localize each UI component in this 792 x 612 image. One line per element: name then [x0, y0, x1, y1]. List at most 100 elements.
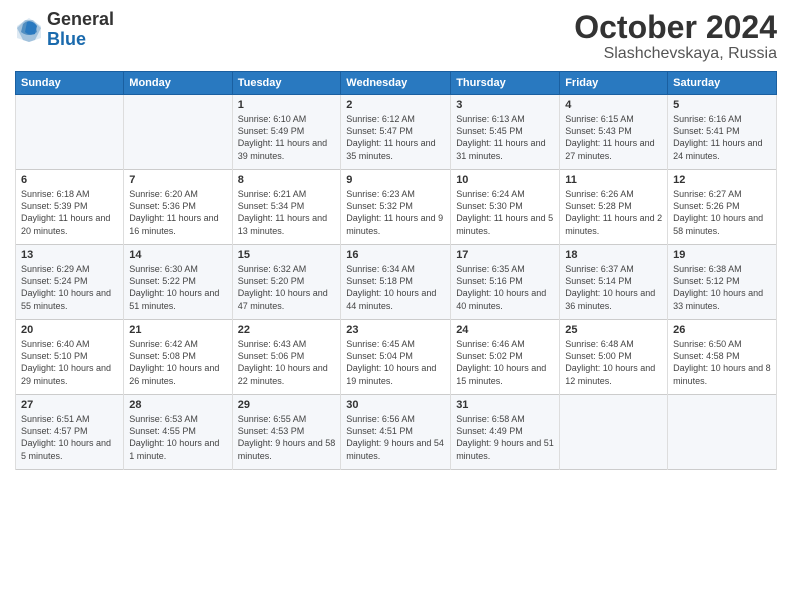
- month-title: October 2024: [574, 10, 777, 45]
- header-row: Sunday Monday Tuesday Wednesday Thursday…: [16, 72, 777, 95]
- calendar-cell: 10Sunrise: 6:24 AM Sunset: 5:30 PM Dayli…: [451, 170, 560, 245]
- header-sunday: Sunday: [16, 72, 124, 95]
- day-number: 30: [346, 399, 445, 411]
- day-number: 6: [21, 174, 118, 186]
- cell-info: Sunrise: 6:40 AM Sunset: 5:10 PM Dayligh…: [21, 338, 118, 387]
- cell-info: Sunrise: 6:37 AM Sunset: 5:14 PM Dayligh…: [565, 263, 662, 312]
- cell-info: Sunrise: 6:46 AM Sunset: 5:02 PM Dayligh…: [456, 338, 554, 387]
- logo-icon: [15, 16, 43, 44]
- calendar-row-4: 20 Sunrise: 6:40 AM Sunset: 5:10 PM Dayli…: [16, 320, 777, 395]
- day-number: 13: [21, 249, 118, 261]
- cell-info: Sunrise: 6:16 AM Sunset: 5:41 PM Dayligh…: [673, 113, 771, 162]
- day-number: 28: [129, 399, 226, 411]
- day-number: 11: [565, 174, 662, 186]
- calendar-cell: 6 Sunrise: 6:18 AM Sunset: 5:39 PM Daylig…: [16, 170, 124, 245]
- day-number: 20: [21, 324, 118, 336]
- header-friday: Friday: [560, 72, 668, 95]
- calendar-cell: [560, 395, 668, 470]
- calendar-cell: 21 Sunrise: 6:42 AM Sunset: 5:08 PM Dayli…: [124, 320, 232, 395]
- calendar-cell: 12Sunrise: 6:27 AM Sunset: 5:26 PM Dayli…: [668, 170, 777, 245]
- calendar-cell: [124, 95, 232, 170]
- calendar-table: Sunday Monday Tuesday Wednesday Thursday…: [15, 71, 777, 470]
- calendar-cell: 1 Sunrise: 6:10 AM Sunset: 5:49 PM Daylig…: [232, 95, 341, 170]
- calendar-cell: 30Sunrise: 6:56 AM Sunset: 4:51 PM Dayli…: [341, 395, 451, 470]
- day-number: 19: [673, 249, 771, 261]
- day-number: 3: [456, 99, 554, 111]
- cell-info: Sunrise: 6:35 AM Sunset: 5:16 PM Dayligh…: [456, 263, 554, 312]
- day-number: 25: [565, 324, 662, 336]
- logo-text: General Blue: [47, 10, 114, 50]
- cell-info: Sunrise: 6:43 AM Sunset: 5:06 PM Dayligh…: [238, 338, 336, 387]
- calendar-cell: 23 Sunrise: 6:45 AM Sunset: 5:04 PM Dayli…: [341, 320, 451, 395]
- calendar-cell: 15 Sunrise: 6:32 AM Sunset: 5:20 PM Dayli…: [232, 245, 341, 320]
- calendar-cell: 24Sunrise: 6:46 AM Sunset: 5:02 PM Dayli…: [451, 320, 560, 395]
- calendar-row-5: 27 Sunrise: 6:51 AM Sunset: 4:57 PM Dayli…: [16, 395, 777, 470]
- calendar-cell: 25 Sunrise: 6:48 AM Sunset: 5:00 PM Dayli…: [560, 320, 668, 395]
- calendar-cell: 8 Sunrise: 6:21 AM Sunset: 5:34 PM Daylig…: [232, 170, 341, 245]
- logo: General Blue: [15, 10, 114, 50]
- location-subtitle: Slashchevskaya, Russia: [574, 45, 777, 63]
- header-thursday: Thursday: [451, 72, 560, 95]
- calendar-cell: [16, 95, 124, 170]
- day-number: 21: [129, 324, 226, 336]
- calendar-cell: 14Sunrise: 6:30 AM Sunset: 5:22 PM Dayli…: [124, 245, 232, 320]
- day-number: 17: [456, 249, 554, 261]
- cell-info: Sunrise: 6:13 AM Sunset: 5:45 PM Dayligh…: [456, 113, 554, 162]
- cell-info: Sunrise: 6:20 AM Sunset: 5:36 PM Dayligh…: [129, 188, 226, 237]
- calendar-cell: 7 Sunrise: 6:20 AM Sunset: 5:36 PM Daylig…: [124, 170, 232, 245]
- day-number: 27: [21, 399, 118, 411]
- day-number: 1: [238, 99, 336, 111]
- cell-info: Sunrise: 6:48 AM Sunset: 5:00 PM Dayligh…: [565, 338, 662, 387]
- day-number: 18: [565, 249, 662, 261]
- calendar-cell: 9Sunrise: 6:23 AM Sunset: 5:32 PM Daylig…: [341, 170, 451, 245]
- day-number: 22: [238, 324, 336, 336]
- day-number: 16: [346, 249, 445, 261]
- day-number: 8: [238, 174, 336, 186]
- calendar-body: 1 Sunrise: 6:10 AM Sunset: 5:49 PM Daylig…: [16, 95, 777, 470]
- calendar-cell: 22 Sunrise: 6:43 AM Sunset: 5:06 PM Dayli…: [232, 320, 341, 395]
- cell-info: Sunrise: 6:27 AM Sunset: 5:26 PM Dayligh…: [673, 188, 771, 237]
- header-tuesday: Tuesday: [232, 72, 341, 95]
- calendar-cell: 2Sunrise: 6:12 AM Sunset: 5:47 PM Daylig…: [341, 95, 451, 170]
- calendar-row-3: 13Sunrise: 6:29 AM Sunset: 5:24 PM Dayli…: [16, 245, 777, 320]
- calendar-cell: 11 Sunrise: 6:26 AM Sunset: 5:28 PM Dayli…: [560, 170, 668, 245]
- cell-info: Sunrise: 6:24 AM Sunset: 5:30 PM Dayligh…: [456, 188, 554, 237]
- day-number: 2: [346, 99, 445, 111]
- cell-info: Sunrise: 6:51 AM Sunset: 4:57 PM Dayligh…: [21, 413, 118, 462]
- day-number: 15: [238, 249, 336, 261]
- logo-general-text: General: [47, 10, 114, 30]
- calendar-cell: 20 Sunrise: 6:40 AM Sunset: 5:10 PM Dayli…: [16, 320, 124, 395]
- calendar-cell: 26Sunrise: 6:50 AM Sunset: 4:58 PM Dayli…: [668, 320, 777, 395]
- title-block: October 2024 Slashchevskaya, Russia: [574, 10, 777, 63]
- day-number: 14: [129, 249, 226, 261]
- cell-info: Sunrise: 6:26 AM Sunset: 5:28 PM Dayligh…: [565, 188, 662, 237]
- cell-info: Sunrise: 6:32 AM Sunset: 5:20 PM Dayligh…: [238, 263, 336, 312]
- cell-info: Sunrise: 6:42 AM Sunset: 5:08 PM Dayligh…: [129, 338, 226, 387]
- calendar-row-2: 6 Sunrise: 6:18 AM Sunset: 5:39 PM Daylig…: [16, 170, 777, 245]
- calendar-cell: 4Sunrise: 6:15 AM Sunset: 5:43 PM Daylig…: [560, 95, 668, 170]
- day-number: 5: [673, 99, 771, 111]
- cell-info: Sunrise: 6:58 AM Sunset: 4:49 PM Dayligh…: [456, 413, 554, 462]
- header-wednesday: Wednesday: [341, 72, 451, 95]
- cell-info: Sunrise: 6:23 AM Sunset: 5:32 PM Dayligh…: [346, 188, 445, 237]
- cell-info: Sunrise: 6:45 AM Sunset: 5:04 PM Dayligh…: [346, 338, 445, 387]
- cell-info: Sunrise: 6:10 AM Sunset: 5:49 PM Dayligh…: [238, 113, 336, 162]
- cell-info: Sunrise: 6:55 AM Sunset: 4:53 PM Dayligh…: [238, 413, 336, 462]
- calendar-cell: 27 Sunrise: 6:51 AM Sunset: 4:57 PM Dayli…: [16, 395, 124, 470]
- calendar-cell: 19Sunrise: 6:38 AM Sunset: 5:12 PM Dayli…: [668, 245, 777, 320]
- logo-blue-text: Blue: [47, 30, 114, 50]
- calendar-row-1: 1 Sunrise: 6:10 AM Sunset: 5:49 PM Daylig…: [16, 95, 777, 170]
- calendar-cell: 5 Sunrise: 6:16 AM Sunset: 5:41 PM Daylig…: [668, 95, 777, 170]
- calendar-cell: 18 Sunrise: 6:37 AM Sunset: 5:14 PM Dayli…: [560, 245, 668, 320]
- day-number: 26: [673, 324, 771, 336]
- cell-info: Sunrise: 6:53 AM Sunset: 4:55 PM Dayligh…: [129, 413, 226, 462]
- cell-info: Sunrise: 6:34 AM Sunset: 5:18 PM Dayligh…: [346, 263, 445, 312]
- calendar-cell: 29Sunrise: 6:55 AM Sunset: 4:53 PM Dayli…: [232, 395, 341, 470]
- calendar-cell: 31 Sunrise: 6:58 AM Sunset: 4:49 PM Dayli…: [451, 395, 560, 470]
- calendar-cell: 13Sunrise: 6:29 AM Sunset: 5:24 PM Dayli…: [16, 245, 124, 320]
- cell-info: Sunrise: 6:21 AM Sunset: 5:34 PM Dayligh…: [238, 188, 336, 237]
- cell-info: Sunrise: 6:18 AM Sunset: 5:39 PM Dayligh…: [21, 188, 118, 237]
- day-number: 7: [129, 174, 226, 186]
- day-number: 23: [346, 324, 445, 336]
- day-number: 31: [456, 399, 554, 411]
